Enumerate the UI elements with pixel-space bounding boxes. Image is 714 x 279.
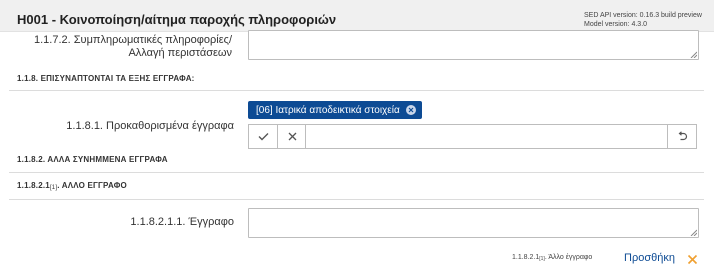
document-label: 1.1.8.2.1.1. Έγγραφο [130, 216, 234, 228]
other-attachments-section-title: 1.1.8.2. ΑΛΛΑ ΣΥΝΗΜΜΕΝΑ ΕΓΓΡΑΦΑ [17, 155, 168, 164]
document-textarea[interactable] [248, 208, 699, 238]
section-divider [9, 90, 704, 91]
document-select-toolbar [248, 124, 697, 149]
supplementary-info-textarea[interactable] [248, 30, 699, 60]
version-info: SED API version: 0.16.3 build preview Mo… [584, 11, 714, 29]
api-version: SED API version: 0.16.3 build preview [584, 12, 702, 19]
form-header: H001 - Κοινοποίηση/αίτημα παροχής πληροφ… [0, 0, 714, 32]
selected-document-chip: [06] Ιατρικά αποδεικτικά στοιχεία [248, 101, 422, 119]
attached-documents-section-title: 1.1.8. ΕΠΙΣΥΝΑΠΤΟΝΤΑΙ ΤΑ ΕΞΗΣ ΕΓΓΡΑΦΑ: [17, 74, 195, 83]
section-divider [9, 172, 704, 173]
document-search-input[interactable] [306, 125, 667, 148]
repeat-item-reference: 1.1.8.2.1[1]. Άλλο έγγραφο [512, 254, 593, 262]
chip-label: [06] Ιατρικά αποδεικτικά στοιχεία [256, 104, 400, 116]
predefined-documents-label: 1.1.8.1. Προκαθορισμένα έγγραφα [66, 120, 234, 132]
reset-button[interactable] [668, 125, 696, 148]
confirm-button[interactable] [249, 125, 277, 148]
close-circle-icon[interactable] [406, 105, 416, 115]
close-icon [288, 132, 296, 141]
resize-grip-icon[interactable] [690, 229, 697, 236]
form-title: H001 - Κοινοποίηση/αίτημα παροχής πληροφ… [17, 12, 337, 27]
resize-grip-icon[interactable] [690, 51, 697, 58]
undo-icon [678, 131, 687, 141]
supplementary-info-label: 1.1.7.2. Συμπληρωματικές πληροφορίες/ Αλ… [34, 34, 232, 59]
section-divider [9, 199, 704, 200]
close-icon [687, 254, 698, 265]
clear-button[interactable] [278, 125, 306, 148]
other-document-section-title: 1.1.8.2.1[1]. ΑΛΛΟ ΕΓΓΡΑΦΟ [17, 181, 127, 191]
check-icon [258, 133, 268, 141]
model-version: Model version: 4.3.0 [584, 21, 648, 28]
remove-item-button[interactable] [687, 252, 698, 265]
add-button[interactable]: Προσθήκη [624, 252, 675, 264]
